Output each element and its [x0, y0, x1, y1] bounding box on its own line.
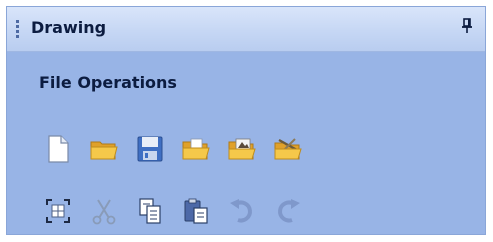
new-document-icon	[48, 135, 69, 163]
redo-icon	[278, 199, 300, 223]
redo-button[interactable]	[271, 194, 305, 228]
folder-tools-icon	[274, 138, 302, 160]
save-button[interactable]	[133, 132, 167, 166]
panel-header[interactable]: Drawing	[7, 7, 485, 52]
new-button[interactable]	[41, 132, 75, 166]
section-title: File Operations	[39, 73, 177, 92]
cut-scissors-icon	[92, 199, 116, 225]
copy-icon	[139, 198, 161, 224]
cut-button[interactable]	[87, 194, 121, 228]
open-folder-icon	[90, 141, 118, 160]
open-folder-pages-icon	[182, 138, 210, 160]
open-pages-button[interactable]	[179, 132, 213, 166]
save-floppy-icon	[137, 136, 163, 162]
undo-button[interactable]	[225, 194, 259, 228]
copy-button[interactable]	[133, 194, 167, 228]
drawing-panel: Drawing File Operations	[6, 6, 486, 235]
folder-export-icon	[228, 138, 256, 160]
export-button[interactable]	[225, 132, 259, 166]
undo-icon	[230, 199, 252, 223]
toolbar-row-edit	[41, 194, 305, 228]
open-button[interactable]	[87, 132, 121, 166]
panel-title: Drawing	[31, 18, 107, 37]
select-all-icon	[46, 199, 70, 223]
folder-tools-button[interactable]	[271, 132, 305, 166]
toolbar-row-file	[41, 132, 305, 166]
paste-icon	[184, 198, 208, 224]
drag-grip-icon[interactable]	[16, 20, 19, 40]
pin-icon	[462, 18, 472, 33]
select-all-button[interactable]	[41, 194, 75, 228]
pin-button[interactable]	[461, 18, 473, 38]
paste-button[interactable]	[179, 194, 213, 228]
